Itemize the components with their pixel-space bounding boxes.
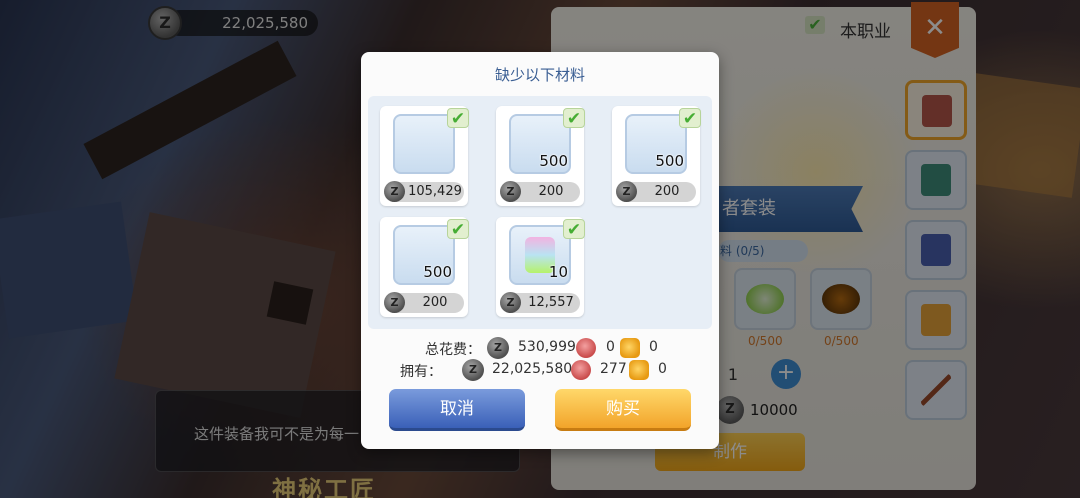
total-cost-row: 总花费： Z 530,999 0 0: [361, 337, 719, 359]
total-cost-label: 总花费：: [425, 342, 481, 358]
material-item[interactable]: ✔ Z 105,429: [380, 106, 469, 206]
zeny-coin-icon: Z: [616, 181, 637, 202]
red-point-icon: [571, 360, 591, 380]
item-price-value: 200: [538, 184, 564, 199]
owned-zeny: 22,025,580: [492, 361, 573, 377]
buy-button[interactable]: 购买: [555, 389, 691, 431]
total-gold: 0: [649, 339, 658, 355]
checkbox-checked-icon[interactable]: ✔: [679, 108, 701, 129]
purple-glasses-icon: [393, 114, 455, 174]
item-quantity: 10: [548, 263, 568, 281]
materials-grid: ✔ Z 105,429 ✔ 500 Z 200 ✔ 500 Z 200 ✔ 50…: [368, 96, 712, 329]
material-item[interactable]: ✔ 500 Z 200: [496, 106, 585, 206]
gold-point-icon: [620, 338, 640, 358]
checkbox-checked-icon[interactable]: ✔: [447, 219, 469, 240]
item-price: Z 200: [384, 292, 464, 313]
owned-label: 拥有：: [400, 364, 442, 380]
material-item[interactable]: ✔ 10 Z 12,557: [496, 217, 585, 317]
item-quantity: 500: [423, 263, 452, 281]
item-quantity: 500: [655, 152, 684, 170]
modal-title: 缺少以下材料: [494, 66, 585, 84]
zeny-coin-icon: Z: [500, 292, 521, 313]
item-price: Z 200: [500, 181, 580, 202]
owned-red: 277: [600, 361, 627, 377]
material-item[interactable]: ✔ 500 Z 200: [380, 217, 469, 317]
item-price: Z 200: [616, 181, 696, 202]
item-price: Z 12,557: [500, 292, 580, 313]
item-price: Z 105,429: [384, 181, 464, 202]
item-price-value: 12,557: [528, 295, 574, 310]
checkbox-checked-icon[interactable]: ✔: [563, 108, 585, 129]
checkbox-checked-icon[interactable]: ✔: [563, 219, 585, 240]
item-quantity: 500: [539, 152, 568, 170]
zeny-coin-icon: Z: [384, 181, 405, 202]
gold-point-icon: [629, 360, 649, 380]
checkbox-checked-icon[interactable]: ✔: [447, 108, 469, 129]
item-price-value: 105,429: [408, 184, 462, 199]
item-price-value: 200: [654, 184, 680, 199]
zeny-coin-icon: Z: [384, 292, 405, 313]
owned-row: 拥有： Z 22,025,580 277 0: [361, 359, 719, 381]
zeny-coin-icon: Z: [462, 359, 484, 381]
material-item[interactable]: ✔ 500 Z 200: [612, 106, 701, 206]
owned-gold: 0: [658, 361, 667, 377]
red-point-icon: [576, 338, 596, 358]
total-red: 0: [606, 339, 615, 355]
cancel-button[interactable]: 取消: [389, 389, 525, 431]
missing-materials-modal: 缺少以下材料 ✔ Z 105,429 ✔ 500 Z 200 ✔ 500 Z 2…: [361, 52, 719, 449]
total-zeny: 530,999: [518, 339, 576, 355]
zeny-coin-icon: Z: [487, 337, 509, 359]
item-price-value: 200: [422, 295, 448, 310]
zeny-coin-icon: Z: [500, 181, 521, 202]
